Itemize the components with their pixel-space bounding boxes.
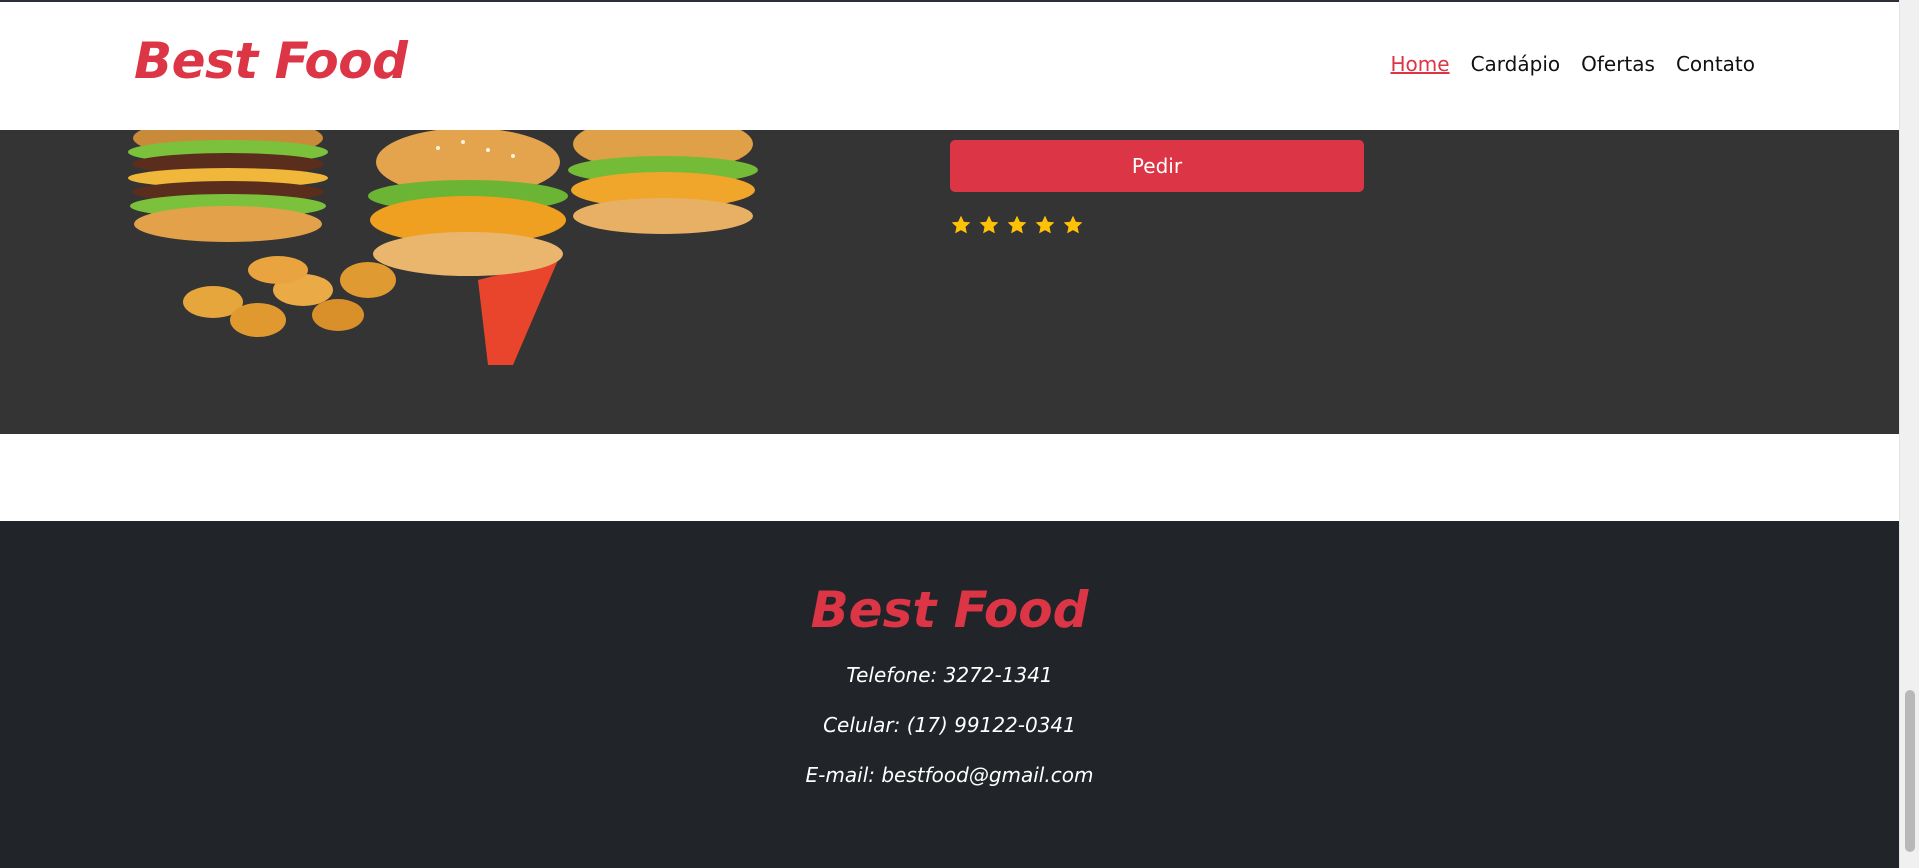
star-icon (1007, 215, 1027, 234)
footer-mobile: Celular: (17) 99122-0341 (823, 713, 1076, 737)
footer-email[interactable]: E-mail: bestfood@gmail.com (0, 763, 1899, 787)
footer: Best Food Telefone: 3272-1341 Celular: (… (0, 521, 1899, 868)
nav-cardapio[interactable]: Cardápio (1471, 52, 1561, 76)
brand-logo[interactable]: Best Food (134, 32, 408, 90)
main-nav: Home Cardápio Ofertas Contato (1391, 52, 1755, 76)
star-icon (951, 215, 971, 234)
star-icon (979, 215, 999, 234)
nav-ofertas[interactable]: Ofertas (1581, 52, 1655, 76)
hero-section: Pedir (0, 130, 1899, 434)
navbar: Best Food Home Cardápio Ofertas Contato (0, 2, 1899, 130)
nav-home[interactable]: Home (1391, 52, 1450, 76)
order-button[interactable]: Pedir (950, 140, 1364, 192)
star-icon (1063, 215, 1083, 234)
scrollbar-thumb[interactable] (1905, 690, 1915, 852)
star-icon (1035, 215, 1055, 234)
footer-phone: Telefone: 3272-1341 (846, 663, 1053, 687)
nav-contato[interactable]: Contato (1676, 52, 1755, 76)
section-spacer (0, 434, 1899, 521)
vertical-scrollbar[interactable] (1899, 0, 1919, 868)
footer-brand: Best Food (810, 581, 1089, 639)
burgers-image (128, 130, 758, 365)
rating-stars (950, 214, 1084, 236)
